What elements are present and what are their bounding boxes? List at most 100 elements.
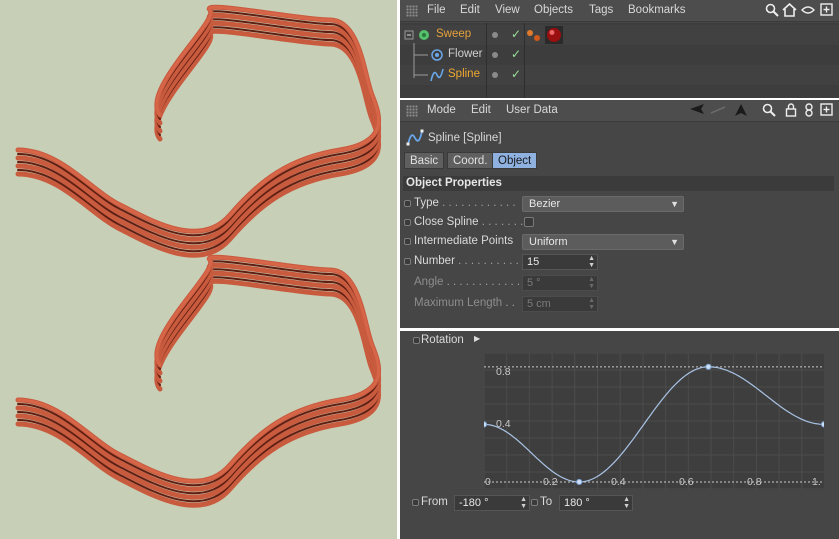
menu-objects[interactable]: Objects [534,4,573,16]
to-label: To [540,496,553,508]
prop-type-label-text: Type [414,197,439,209]
prop-maximum-length-label-text: Maximum Length [414,297,503,309]
keyframe-bullet[interactable] [531,499,538,506]
spline-knot[interactable] [484,421,488,428]
number-value: 15 [527,256,540,268]
menu-edit[interactable]: Edit [471,104,491,116]
enabled-check-icon[interactable]: ✓ [511,27,521,41]
enabled-check-icon[interactable]: ✓ [511,47,521,61]
menu-user-data[interactable]: User Data [506,104,558,116]
tree-label-spline[interactable]: Spline [448,68,480,80]
x-tick-label: 1. [812,476,821,488]
menu-edit[interactable]: Edit [460,4,480,16]
ribbon-strand [15,28,382,258]
x-tick-label: 0.2 [543,476,558,488]
new-window-icon[interactable] [818,3,834,19]
spline-knot[interactable] [820,421,824,428]
stepper-arrows-icon[interactable]: ▲ ▼ [588,255,595,269]
type-dropdown-value: Bezier [529,198,561,210]
3d-viewport[interactable] [0,0,397,539]
keyframe-bullet[interactable] [404,258,411,265]
up-arrow-icon[interactable] [733,103,749,119]
tree-label-sweep[interactable]: Sweep [436,28,471,40]
rotation-spline-panel: Rotation ▶ 0.8 0.4 0 0.2 0.4 0.6 0.8 1. … [400,331,839,539]
prop-angle-label: Angle . . . . . . . . . . . . [414,276,520,288]
tab-basic[interactable]: Basic [404,152,445,169]
enabled-check-icon[interactable]: ✓ [511,67,521,81]
home-icon[interactable] [781,2,797,19]
rotation-spline-graph[interactable] [484,353,824,490]
keyframe-bullet[interactable] [404,219,411,226]
panel-grip-icon[interactable] [406,105,418,117]
sweep-render [15,4,382,508]
prop-intermediate-points-label: Intermediate Points [414,235,514,247]
tab-object[interactable]: Object [492,152,538,169]
prop-close-spline-label: Close Spline . . . . . . . [414,216,523,228]
prop-close-spline-label-text: Close Spline [414,216,479,228]
x-tick-label: 0.8 [747,476,762,488]
ribbon-strand [15,278,382,508]
keyframe-bullet[interactable] [404,238,411,245]
chevron-down-icon: ▼ [670,237,679,247]
tree-row-spline[interactable]: Spline ✓ [400,65,839,85]
new-window-icon[interactable] [818,103,834,119]
prop-number: Number . . . . . . . . . . 15 ▲ ▼ [404,253,834,271]
from-field[interactable]: -180 ° ▲ ▼ [454,495,530,511]
prop-angle-label-text: Angle [414,276,444,288]
search-icon[interactable] [761,103,777,119]
menu-tags[interactable]: Tags [589,4,613,16]
back-arrow-icon[interactable] [689,103,705,119]
object-manager: File Edit View Objects Tags Bookmarks Sw… [400,0,839,98]
tab-coord[interactable]: Coord. [447,152,494,169]
keyframe-bullet[interactable] [413,337,420,344]
attribute-manager-menubar: Mode Edit User Data [400,100,839,122]
prop-number-label: Number . . . . . . . . . . [414,255,519,267]
stepper-arrows-icon[interactable]: ▲ ▼ [623,496,630,510]
menu-mode[interactable]: Mode [427,104,456,116]
spline-knot[interactable] [705,363,712,370]
spline-knot[interactable] [576,478,583,486]
prop-type: Type . . . . . . . . . . . . Bezier ▼ [404,195,834,213]
x-tick-label: 0.6 [679,476,694,488]
prop-close-spline-dots: . . . . . . . [478,216,524,228]
eye-icon[interactable] [800,3,816,19]
expand-triangle-icon[interactable]: ▶ [474,334,480,343]
menu-bookmarks[interactable]: Bookmarks [628,4,686,16]
to-value: 180 ° [564,497,590,509]
layer-dot[interactable] [534,35,540,41]
stepper-arrows-icon[interactable]: ▲ ▼ [520,496,527,510]
tree-row-flower[interactable]: Flower ✓ [400,45,839,65]
number-field[interactable]: 15 ▲ ▼ [522,254,598,270]
panel-grip-icon[interactable] [406,5,418,17]
menu-file[interactable]: File [427,4,446,16]
tree-row-sweep[interactable]: Sweep ✓ [400,25,839,45]
prop-maximum-length-label: Maximum Length . . [414,297,515,309]
material-tag-icon[interactable] [545,26,563,44]
search-icon[interactable] [764,3,780,19]
close-spline-checkbox[interactable] [524,217,534,227]
layer-dot[interactable] [527,30,533,36]
object-tree: Sweep ✓ Flower ✓ Spline ✓ [400,23,839,98]
visibility-dot[interactable] [492,72,498,78]
lock-icon[interactable] [783,103,799,119]
keyframe-bullet[interactable] [404,200,411,207]
type-dropdown[interactable]: Bezier ▼ [522,196,684,212]
prop-angle: Angle . . . . . . . . . . . . 5 ° ▲ ▼ [404,274,834,292]
prop-intermediate-points: Intermediate Points Uniform ▼ [404,233,834,251]
pin-icon[interactable] [801,103,817,119]
rotation-curve[interactable] [484,366,824,483]
keyframe-bullet[interactable] [412,499,419,506]
visibility-dot[interactable] [492,32,498,38]
prop-close-spline: Close Spline . . . . . . . [404,214,834,232]
to-field[interactable]: 180 ° ▲ ▼ [559,495,633,511]
forward-arrow-icon[interactable] [710,103,726,119]
prop-number-label-text: Number [414,255,455,267]
visibility-dot[interactable] [492,52,498,58]
rotation-spline-canvas[interactable] [484,353,824,490]
menu-view[interactable]: View [495,4,520,16]
intermediate-points-dropdown[interactable]: Uniform ▼ [522,234,684,250]
stepper-arrows-icon: ▲ ▼ [588,297,595,311]
tree-label-flower[interactable]: Flower [448,48,483,60]
from-label: From [421,496,448,508]
prop-number-dots: . . . . . . . . . . [454,255,519,267]
